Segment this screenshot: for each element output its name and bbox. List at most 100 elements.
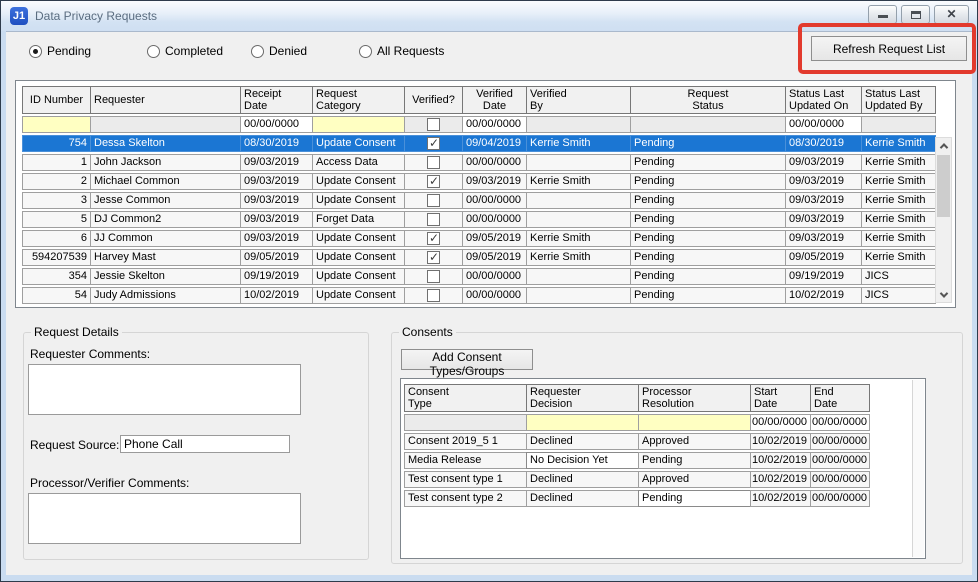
cell-updated-on[interactable]: 09/19/2019 (785, 268, 861, 285)
cell-updated-by[interactable]: Kerrie Smith (861, 211, 936, 228)
cell-verified-by[interactable] (526, 287, 630, 304)
cell-id[interactable]: 54 (22, 287, 90, 304)
cell-updated-on[interactable]: 09/03/2019 (785, 154, 861, 171)
cell-requester-decision[interactable]: Declined (526, 433, 638, 450)
cell-status[interactable]: Pending (630, 268, 785, 285)
cell-start-date[interactable]: 10/02/2019 (750, 471, 810, 488)
cell-id[interactable]: 5 (22, 211, 90, 228)
cell-id[interactable]: 754 (22, 135, 90, 152)
scroll-up-button[interactable] (936, 138, 951, 153)
cell-start-date[interactable]: 10/02/2019 (750, 490, 810, 507)
cell-verified-by[interactable]: Kerrie Smith (526, 135, 630, 152)
cell-processor-resolution[interactable]: Pending (638, 490, 750, 507)
cell-category[interactable]: Update Consent (312, 249, 404, 266)
cell-id[interactable]: 3 (22, 192, 90, 209)
cell-verified-date[interactable]: 00/00/0000 (462, 268, 526, 285)
table-row[interactable]: Test consent type 1 Declined Approved 10… (404, 471, 870, 488)
filter-processor-resolution[interactable] (638, 414, 750, 431)
table-row[interactable]: 754 Dessa Skelton 08/30/2019 Update Cons… (22, 135, 936, 152)
cell-consent-type[interactable]: Media Release (404, 452, 526, 469)
cell-updated-by[interactable]: Kerrie Smith (861, 173, 936, 190)
col-header-verified-date[interactable]: Verified Date (462, 86, 526, 114)
cell-end-date[interactable]: 00/00/0000 (810, 433, 870, 450)
cell-receipt-date[interactable]: 09/19/2019 (240, 268, 312, 285)
col-header-id-number[interactable]: ID Number (22, 86, 90, 114)
filter-end-date[interactable]: 00/00/0000 (810, 414, 870, 431)
col-header-status-updated-by[interactable]: Status Last Updated By (861, 86, 936, 114)
table-row[interactable]: 5 DJ Common2 09/03/2019 Forget Data 00/0… (22, 211, 936, 228)
cell-status[interactable]: Pending (630, 135, 785, 152)
table-row[interactable]: 1 John Jackson 09/03/2019 Access Data 00… (22, 154, 936, 171)
cell-end-date[interactable]: 00/00/0000 (810, 490, 870, 507)
table-row[interactable]: Test consent type 2 Declined Pending 10/… (404, 490, 870, 507)
processor-comments-input[interactable] (28, 493, 301, 544)
filter-start-date[interactable]: 00/00/0000 (750, 414, 810, 431)
cell-end-date[interactable]: 00/00/0000 (810, 471, 870, 488)
filter-requester[interactable] (90, 116, 240, 133)
cell-updated-by[interactable]: Kerrie Smith (861, 249, 936, 266)
cell-processor-resolution[interactable]: Approved (638, 433, 750, 450)
cell-updated-on[interactable]: 09/03/2019 (785, 230, 861, 247)
cell-receipt-date[interactable]: 10/02/2019 (240, 287, 312, 304)
cell-updated-by[interactable]: Kerrie Smith (861, 192, 936, 209)
filter-verified-by[interactable] (526, 116, 630, 133)
cell-category[interactable]: Update Consent (312, 135, 404, 152)
cell-verified-date[interactable]: 09/04/2019 (462, 135, 526, 152)
cell-verified-by[interactable] (526, 192, 630, 209)
table-row[interactable]: 6 JJ Common 09/03/2019 Update Consent 09… (22, 230, 936, 247)
cell-updated-on[interactable]: 09/03/2019 (785, 192, 861, 209)
col-header-verified[interactable]: Verified? (404, 86, 462, 114)
filter-request-category[interactable] (312, 116, 404, 133)
cell-id[interactable]: 1 (22, 154, 90, 171)
cell-status[interactable]: Pending (630, 249, 785, 266)
cell-verified-date[interactable]: 09/05/2019 (462, 249, 526, 266)
cell-category[interactable]: Update Consent (312, 173, 404, 190)
cell-consent-type[interactable]: Test consent type 1 (404, 471, 526, 488)
cell-verified-date[interactable]: 09/05/2019 (462, 230, 526, 247)
verified-checkbox[interactable] (427, 289, 440, 302)
cell-requester-decision[interactable]: Declined (526, 471, 638, 488)
cell-verified-by[interactable] (526, 154, 630, 171)
cell-category[interactable]: Update Consent (312, 268, 404, 285)
cell-id[interactable]: 6 (22, 230, 90, 247)
col-header-request-status[interactable]: Request Status (630, 86, 785, 114)
table-row[interactable]: 2 Michael Common 09/03/2019 Update Conse… (22, 173, 936, 190)
scroll-down-button[interactable] (936, 287, 951, 302)
cell-requester-decision[interactable]: No Decision Yet (526, 452, 638, 469)
close-button[interactable]: ✕ (934, 5, 969, 24)
cell-receipt-date[interactable]: 09/03/2019 (240, 173, 312, 190)
cell-processor-resolution[interactable]: Pending (638, 452, 750, 469)
cell-status[interactable]: Pending (630, 230, 785, 247)
cell-category[interactable]: Update Consent (312, 192, 404, 209)
filter-receipt-date[interactable]: 00/00/0000 (240, 116, 312, 133)
minimize-button[interactable] (868, 5, 897, 24)
cell-requester[interactable]: Jesse Common (90, 192, 240, 209)
verified-checkbox[interactable] (427, 232, 440, 245)
cell-verified-date[interactable]: 00/00/0000 (462, 211, 526, 228)
cell-receipt-date[interactable]: 09/05/2019 (240, 249, 312, 266)
col-header-requester-decision[interactable]: Requester Decision (526, 384, 638, 412)
cell-verified-by[interactable]: Kerrie Smith (526, 230, 630, 247)
grid-scrollbar[interactable] (935, 137, 952, 303)
cell-receipt-date[interactable]: 09/03/2019 (240, 211, 312, 228)
filter-request-status[interactable] (630, 116, 785, 133)
cell-verified-by[interactable] (526, 268, 630, 285)
cell-requester[interactable]: Dessa Skelton (90, 135, 240, 152)
cell-end-date[interactable]: 00/00/0000 (810, 452, 870, 469)
col-header-consent-type[interactable]: Consent Type (404, 384, 526, 412)
cell-verified-by[interactable]: Kerrie Smith (526, 173, 630, 190)
radio-pending[interactable]: Pending (29, 44, 91, 58)
cell-updated-by[interactable]: Kerrie Smith (861, 135, 936, 152)
cell-verified-date[interactable]: 09/03/2019 (462, 173, 526, 190)
cell-requester[interactable]: JJ Common (90, 230, 240, 247)
cell-status[interactable]: Pending (630, 211, 785, 228)
cell-category[interactable]: Access Data (312, 154, 404, 171)
cell-requester[interactable]: Michael Common (90, 173, 240, 190)
cell-receipt-date[interactable]: 08/30/2019 (240, 135, 312, 152)
cell-id[interactable]: 354 (22, 268, 90, 285)
table-row[interactable]: 594207539 Harvey Mast 09/05/2019 Update … (22, 249, 936, 266)
filter-updated-by[interactable] (861, 116, 936, 133)
verified-checkbox[interactable] (427, 213, 440, 226)
verified-checkbox[interactable] (427, 156, 440, 169)
cell-start-date[interactable]: 10/02/2019 (750, 433, 810, 450)
